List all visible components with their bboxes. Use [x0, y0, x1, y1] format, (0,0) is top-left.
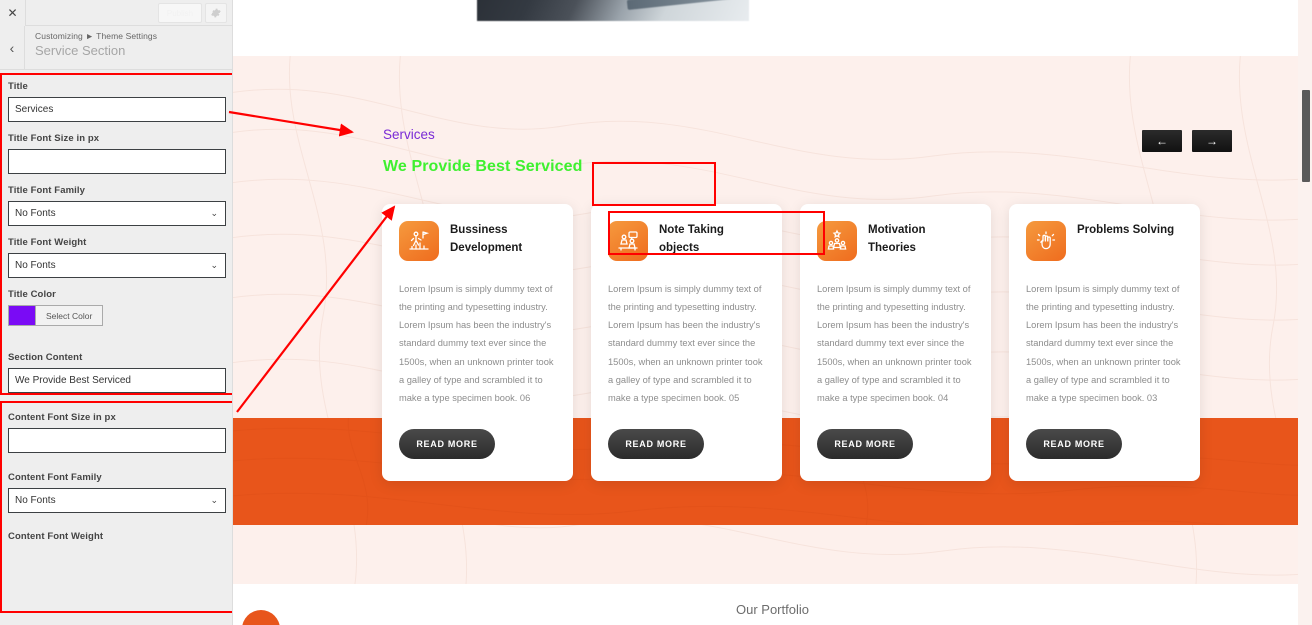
section-content-input[interactable] — [8, 368, 226, 393]
card-header: Problems Solving — [1026, 221, 1183, 261]
title-font-weight-select[interactable]: No Fonts — [8, 253, 226, 278]
field-label: Content Font Family — [8, 472, 102, 483]
title-font-family-select[interactable]: No Fonts — [8, 201, 226, 226]
read-more-button[interactable]: READ MORE — [1026, 429, 1122, 459]
field-label: Title Font Family — [8, 185, 86, 196]
section-heading: We Provide Best Serviced — [383, 158, 583, 175]
carousel-next-button[interactable]: → — [1192, 130, 1232, 152]
field-section-content: Section Content — [8, 352, 226, 393]
field-label: Section Content — [8, 352, 83, 363]
card-title: Problems Solving — [1077, 224, 1175, 236]
page-title: Service Section — [35, 43, 126, 58]
back-button[interactable]: ‹ — [0, 26, 25, 69]
title-color-swatch[interactable] — [8, 305, 35, 326]
select-color-button[interactable]: Select Color — [35, 305, 104, 326]
portfolio-section: Our Portfolio — [233, 584, 1312, 625]
read-more-button[interactable]: READ MORE — [817, 429, 913, 459]
service-card[interactable]: Motivation Theories Lorem Ipsum is simpl… — [800, 204, 991, 481]
customizer-screen: ✕ Publish ‹ Customizing ► Theme Settings… — [0, 0, 1312, 625]
color-picker: Select Color — [8, 305, 224, 326]
field-content-font-family: Content Font Family No Fonts ⌄ — [8, 472, 226, 513]
customizer-sidebar: ✕ Publish ‹ Customizing ► Theme Settings… — [0, 0, 233, 625]
breadcrumb: Customizing ► Theme Settings — [35, 31, 158, 41]
card-body: Lorem Ipsum is simply dummy text of the … — [608, 284, 763, 403]
business-development-icon — [399, 221, 439, 261]
field-label: Title Color — [8, 289, 56, 300]
field-content-font-size: Content Font Size in px — [8, 412, 226, 453]
read-more-button[interactable]: READ MORE — [608, 429, 704, 459]
motivation-icon — [817, 221, 857, 261]
customizer-header: ‹ Customizing ► Theme Settings Service S… — [0, 26, 232, 70]
field-title-font-size: Title Font Size in px — [8, 133, 226, 174]
card-body: Lorem Ipsum is simply dummy text of the … — [1026, 284, 1181, 403]
publish-button[interactable]: Publish — [158, 3, 202, 23]
preview-scrollbar-thumb[interactable] — [1302, 90, 1310, 182]
problem-solving-icon — [1026, 221, 1066, 261]
services-section: Services We Provide Best Serviced ← → Bu… — [233, 56, 1312, 584]
field-label: Title Font Size in px — [8, 133, 100, 144]
field-title-color: Title Color Select Color — [8, 289, 224, 326]
service-card[interactable]: Note Taking objects Lorem Ipsum is simpl… — [591, 204, 782, 481]
field-label: Content Font Weight — [8, 531, 104, 542]
card-title: Bussiness Development — [450, 224, 523, 254]
card-header: Motivation Theories — [817, 221, 974, 261]
card-header: Note Taking objects — [608, 221, 765, 261]
card-title: Motivation Theories — [868, 224, 926, 254]
content-font-size-input[interactable] — [8, 428, 226, 453]
card-title: Note Taking objects — [659, 224, 724, 254]
field-title-font-family: Title Font Family No Fonts ⌄ — [8, 185, 226, 226]
field-label: Title Font Weight — [8, 237, 87, 248]
field-content-font-weight: Content Font Weight — [8, 531, 224, 542]
site-preview: Services We Provide Best Serviced ← → Bu… — [233, 0, 1312, 625]
field-title-font-weight: Title Font Weight No Fonts ⌄ — [8, 237, 226, 278]
field-label: Content Font Size in px — [8, 412, 116, 423]
hero-strip — [233, 0, 1312, 56]
portfolio-title: Our Portfolio — [736, 602, 809, 617]
service-cards: Bussiness Development Lorem Ipsum is sim… — [382, 204, 1200, 481]
note-taking-icon — [608, 221, 648, 261]
card-header: Bussiness Development — [399, 221, 556, 261]
settings-panel: Title Title Font Size in px Title Font F… — [0, 70, 232, 625]
carousel-nav: ← → — [1142, 130, 1232, 152]
customizer-topbar: ✕ Publish — [0, 0, 232, 26]
section-label: Services — [383, 127, 435, 142]
content-font-family-select[interactable]: No Fonts — [8, 488, 226, 513]
service-card[interactable]: Problems Solving Lorem Ipsum is simply d… — [1009, 204, 1200, 481]
gear-icon[interactable] — [205, 3, 227, 23]
title-font-size-input[interactable] — [8, 149, 226, 174]
title-input[interactable] — [8, 97, 226, 122]
field-title: Title — [8, 81, 226, 122]
read-more-button[interactable]: READ MORE — [399, 429, 495, 459]
card-body: Lorem Ipsum is simply dummy text of the … — [817, 284, 972, 403]
close-icon[interactable]: ✕ — [0, 0, 26, 26]
carousel-prev-button[interactable]: ← — [1142, 130, 1182, 152]
header-text-group: Customizing ► Theme Settings Service Sec… — [25, 26, 157, 69]
card-body: Lorem Ipsum is simply dummy text of the … — [399, 284, 554, 403]
field-label: Title — [8, 81, 28, 92]
hero-photo — [477, 0, 749, 21]
service-card[interactable]: Bussiness Development Lorem Ipsum is sim… — [382, 204, 573, 481]
